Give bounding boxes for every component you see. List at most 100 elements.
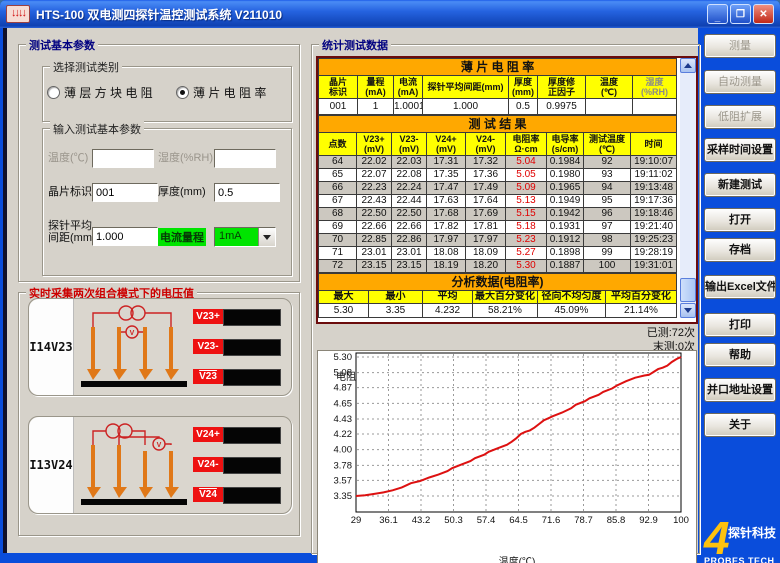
table-cell: 22.43 (356, 194, 392, 208)
radio-sheet-resistivity[interactable]: 薄 片 电 阻 率 (176, 84, 266, 101)
table-scrollbar[interactable] (680, 58, 696, 318)
table-cell: 23.15 (356, 259, 392, 273)
table-band-header: 测 试 结 果 (317, 115, 678, 133)
table-row: 71 23.01 23.01 18.08 18.09 5.27 0.1898 99 19:28:… (318, 246, 678, 260)
svg-text:85.8: 85.8 (607, 515, 626, 526)
help-button[interactable]: 帮助 (704, 343, 776, 367)
svg-text:100: 100 (673, 515, 689, 526)
table-cell: 19:25:23 (629, 233, 678, 247)
probe-spacing-input[interactable] (92, 227, 158, 246)
table-cell: 5.18 (505, 220, 547, 234)
minimize-button[interactable]: _ (707, 4, 728, 24)
measure-button[interactable]: 测量 (704, 34, 776, 58)
table-cell: 97 (583, 220, 631, 234)
about-button[interactable]: 关于 (704, 413, 776, 437)
table-cell: 0.1942 (546, 207, 584, 221)
low-resistance-extend-button[interactable]: 低阻扩展 (704, 105, 776, 129)
table-cell: 17.49 (465, 181, 506, 195)
table-cell: 70 (318, 233, 357, 247)
v24-avg-display (223, 487, 281, 504)
parallel-port-button[interactable]: 并口地址设置 (704, 378, 776, 402)
table-column-header: 晶片 标识 量程 (mA) 电流 (mA) 探针平均间距(mm) 厚度 (mm) 厚度修 正因子 温度… (318, 75, 678, 99)
table-cell: 22.24 (391, 181, 427, 195)
new-test-button[interactable]: 新建测试 (704, 173, 776, 197)
table-cell: 17.47 (426, 181, 466, 195)
test-result-table: 测 试 结 果点数 V23+ (mV) V23- (mV) V24+ (mV) V24- (mV… (317, 115, 678, 273)
svg-text:92.9: 92.9 (639, 515, 658, 526)
restore-button[interactable]: ❐ (730, 4, 751, 24)
radio-label: 薄 片 电 阻 率 (193, 86, 267, 100)
table-cell: 22.66 (391, 220, 427, 234)
print-button[interactable]: 打印 (704, 313, 776, 337)
table-cell: 22.50 (356, 207, 392, 221)
sampling-time-button[interactable]: 采样时间设置 (704, 138, 776, 162)
table-cell: 1 (357, 98, 394, 115)
table-cell: 94 (583, 181, 631, 195)
table-row: 001 1 1.0001 1.000 0.5 0.9975 (318, 98, 678, 115)
table-cell: 0.1980 (546, 168, 584, 182)
table-cell: 22.50 (391, 207, 427, 221)
table-cell: 5.04 (505, 155, 547, 169)
table-cell: 19:18:46 (629, 207, 678, 221)
table-cell: 0.1887 (546, 259, 584, 273)
table-cell: 96 (583, 207, 631, 221)
temperature-label: 温度(℃) (48, 152, 89, 164)
table-cell: 22.03 (391, 155, 427, 169)
current-range-value: 1mA (219, 230, 242, 242)
chevron-down-icon[interactable] (258, 228, 275, 246)
radio-sheet-square-resistance[interactable]: 薄 层 方 块 电 阻 (47, 84, 153, 101)
mode-label: I13V24 (29, 417, 74, 513)
scroll-down-icon[interactable] (680, 303, 696, 318)
table-band-header: 薄 片 电 阻 率 (317, 58, 678, 76)
table-cell: 22.66 (356, 220, 392, 234)
table-cell: 64 (318, 155, 357, 169)
inputs-group-title: 输入测试基本参数 (50, 121, 144, 137)
table-cell: 93 (583, 168, 631, 182)
export-excel-button[interactable]: 输出Excel文件 (704, 275, 776, 299)
logo-en-text: PROBES TECH (704, 556, 775, 563)
svg-text:4.00: 4.00 (334, 445, 353, 456)
close-button[interactable]: ✕ (753, 4, 774, 24)
table-cell: 22.07 (356, 168, 392, 182)
wafer-id-label: 晶片标识 (48, 186, 92, 198)
table-cell: 3.35 (368, 303, 423, 318)
category-group-title: 选择测试类别 (50, 59, 122, 75)
mode-label: I14V23 (29, 299, 74, 395)
title-bar: ↓↓↓↓ HTS-100 双电测四探针温控测试系统 V211010 _ ❐ ✕ (0, 0, 780, 28)
svg-text:43.2: 43.2 (412, 515, 431, 526)
thickness-input[interactable] (214, 183, 280, 202)
scroll-up-icon[interactable] (680, 58, 696, 73)
table-row: 72 23.15 23.15 18.19 18.20 5.30 0.1887 100 19:31… (318, 259, 678, 273)
table-band-header: 分析数据(电阻率) (318, 273, 677, 291)
table-cell: 0.1912 (546, 233, 584, 247)
current-range-select[interactable]: 1mA (214, 227, 276, 247)
table-row: 65 22.07 22.08 17.35 17.36 5.05 0.1980 93 19:11:… (318, 168, 678, 182)
temperature-input[interactable] (92, 149, 154, 168)
svg-text:3.78: 3.78 (334, 460, 353, 471)
table-cell: 23.15 (391, 259, 427, 273)
svg-text:3.57: 3.57 (334, 475, 353, 486)
v23-plus-display (223, 309, 281, 326)
table-cell: 1.000 (422, 98, 509, 115)
table-cell: 19:17:36 (629, 194, 678, 208)
humidity-input[interactable] (214, 149, 276, 168)
table-cell: 17.81 (465, 220, 506, 234)
table-cell: 22.02 (356, 155, 392, 169)
table-cell (585, 98, 633, 115)
temperature-curve-chart: 3.35 3.57 3.78 4.00 4.22 4.43 4.65 4.87 5.08 5.30… (334, 352, 689, 526)
wafer-id-input[interactable] (92, 183, 158, 202)
open-button[interactable]: 打开 (704, 208, 776, 232)
table-cell: 18.19 (426, 259, 466, 273)
table-cell: 17.68 (426, 207, 466, 221)
scroll-thumb[interactable] (680, 278, 696, 302)
table-cell: 19:21:40 (629, 220, 678, 234)
table-cell: 21.14% (605, 303, 677, 318)
table-cell: 0.1898 (546, 246, 584, 260)
auto-measure-button[interactable]: 自动测量 (704, 70, 776, 94)
table-cell: 19:11:02 (629, 168, 678, 182)
probe-spacing-label: 探针平均 间距(mm) (48, 220, 96, 244)
v23-minus-display (223, 339, 281, 356)
save-button[interactable]: 存档 (704, 238, 776, 262)
voltage-panel-i14v23: I14V23 V V23+ V23- V23 (28, 298, 292, 396)
current-range-label: 电流量程 (158, 228, 206, 246)
